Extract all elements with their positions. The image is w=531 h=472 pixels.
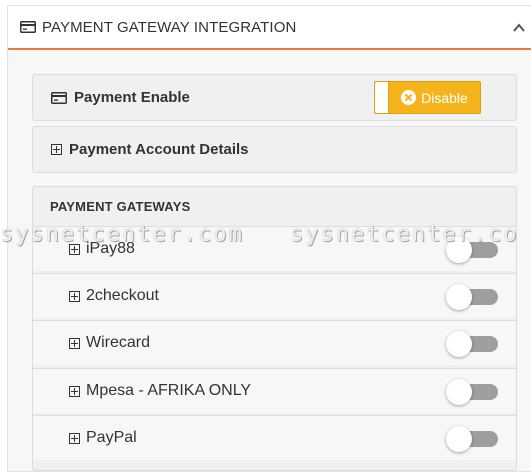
chevron-up-icon[interactable]: [511, 20, 527, 36]
payment-enable-row: Payment Enable Disable: [32, 74, 517, 121]
plus-square-icon[interactable]: [69, 243, 80, 255]
plus-square-icon[interactable]: [51, 144, 62, 155]
payment-disable-button[interactable]: Disable: [374, 81, 481, 114]
gateway-toggle-paypal[interactable]: [446, 426, 498, 452]
gateway-label: Wirecard: [86, 334, 151, 351]
gateway-item-2checkout: 2checkout: [33, 273, 516, 318]
credit-card-icon: [51, 91, 67, 104]
disable-button-content: Disable: [389, 90, 480, 106]
gateway-toggle-mpesa[interactable]: [446, 379, 498, 405]
gateway-label: PayPal: [86, 429, 137, 446]
gateway-toggle-wirecard[interactable]: [446, 331, 498, 357]
gateway-toggle-2checkout[interactable]: [446, 284, 498, 310]
gateway-item-wirecard: Wirecard: [33, 320, 516, 365]
gateway-item-ipay88: iPay88: [33, 226, 516, 271]
gateway-label: iPay88: [86, 240, 135, 257]
payment-gateways-section: PAYMENT GATEWAYS iPay88 2checkout Wireca…: [32, 186, 517, 471]
toggle-knob: [375, 82, 389, 113]
plus-square-icon[interactable]: [69, 337, 80, 349]
panel-header[interactable]: PAYMENT GATEWAY INTEGRATION: [8, 6, 531, 50]
disable-button-label: Disable: [421, 89, 468, 106]
close-circle-icon: [401, 90, 417, 105]
gateway-item-mpesa: Mpesa - AFRIKA ONLY: [33, 368, 516, 413]
panel-title: PAYMENT GATEWAY INTEGRATION: [42, 18, 297, 36]
gateway-label: Mpesa - AFRIKA ONLY: [86, 382, 252, 399]
gateway-label: 2checkout: [86, 287, 159, 304]
plus-square-icon[interactable]: [69, 432, 80, 444]
payment-account-details-label: Payment Account Details: [69, 141, 249, 158]
payment-gateways-title: PAYMENT GATEWAYS: [50, 199, 191, 214]
plus-square-icon[interactable]: [69, 290, 80, 302]
gateway-toggle-ipay88[interactable]: [446, 237, 498, 263]
payment-enable-label: Payment Enable: [74, 89, 190, 106]
gateway-item-paypal: PayPal: [33, 415, 516, 460]
payment-gateway-panel: PAYMENT GATEWAY INTEGRATION Payment Enab…: [7, 5, 531, 472]
plus-square-icon[interactable]: [69, 385, 80, 397]
payment-account-details-row[interactable]: Payment Account Details: [32, 126, 517, 173]
credit-card-icon: [20, 21, 36, 33]
